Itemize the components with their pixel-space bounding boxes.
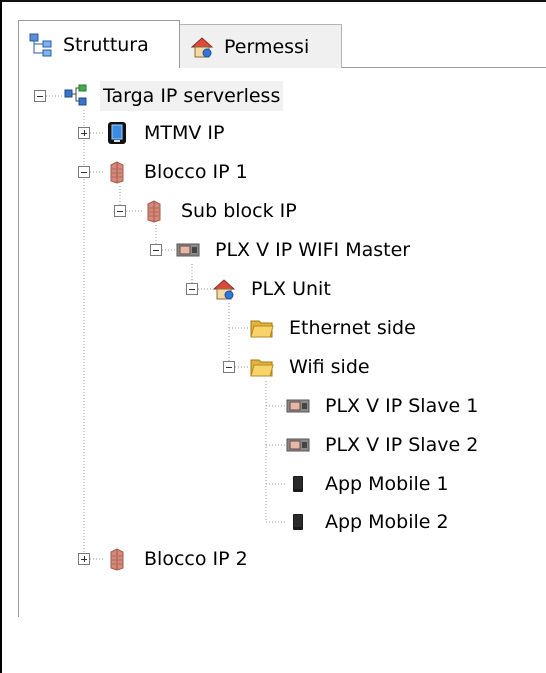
tree-node-label: Wifi side bbox=[289, 356, 370, 378]
collapse-toggle-subblock[interactable] bbox=[114, 205, 126, 217]
expand-toggle-blocco2[interactable] bbox=[78, 553, 90, 565]
collapse-toggle-plxunit[interactable] bbox=[186, 283, 198, 295]
tree-node-label: PLX Unit bbox=[251, 278, 331, 300]
tree-node-label: PLX V IP Slave 1 bbox=[325, 395, 479, 417]
tree-node-blocco1[interactable]: Blocco IP 1 bbox=[105, 157, 251, 187]
tree-node-app-mobile-2[interactable]: App Mobile 2 bbox=[286, 507, 452, 537]
tree-node-ethernet-side[interactable]: Ethernet side bbox=[250, 313, 419, 343]
tree-node-wifi-side[interactable]: Wifi side bbox=[250, 352, 373, 382]
collapse-toggle-blocco1[interactable] bbox=[78, 166, 90, 178]
tree-node-plx-master[interactable]: PLX V IP WIFI Master bbox=[176, 235, 413, 265]
mobile-phone-icon bbox=[286, 472, 310, 496]
tree-node-blocco2[interactable]: Blocco IP 2 bbox=[105, 544, 251, 574]
folder-icon bbox=[250, 355, 274, 379]
network-icon bbox=[64, 84, 88, 108]
tree-node-label: Blocco IP 2 bbox=[144, 548, 248, 570]
tree-node-root[interactable]: Targa IP serverless bbox=[64, 81, 284, 111]
building-icon bbox=[105, 547, 129, 571]
intercom-panel-icon bbox=[286, 394, 310, 418]
tree-node-plx-unit[interactable]: PLX Unit bbox=[212, 274, 334, 304]
tree-node-label: Sub block IP bbox=[181, 200, 297, 222]
house-icon bbox=[212, 277, 236, 301]
tree-node-label: Blocco IP 1 bbox=[144, 161, 248, 183]
collapse-toggle-root[interactable] bbox=[34, 90, 46, 102]
tree-node-mtmv[interactable]: MTMV IP bbox=[105, 118, 228, 148]
tree-node-label: PLX V IP Slave 2 bbox=[325, 434, 479, 456]
tree-node-label: App Mobile 2 bbox=[325, 511, 449, 533]
building-icon bbox=[142, 199, 166, 223]
collapse-toggle-plxmaster[interactable] bbox=[150, 244, 162, 256]
tree-node-app-mobile-1[interactable]: App Mobile 1 bbox=[286, 469, 452, 499]
tree-node-subblock[interactable]: Sub block IP bbox=[142, 196, 300, 226]
tree-node-plx-slave-2[interactable]: PLX V IP Slave 2 bbox=[286, 430, 481, 460]
collapse-toggle-wifi[interactable] bbox=[223, 361, 235, 373]
tree-node-plx-slave-1[interactable]: PLX V IP Slave 1 bbox=[286, 391, 481, 421]
tree-node-label: MTMV IP bbox=[144, 122, 225, 144]
tree-node-label: Ethernet side bbox=[289, 317, 416, 339]
intercom-panel-icon bbox=[176, 238, 200, 262]
monitor-device-icon bbox=[105, 121, 129, 145]
intercom-panel-icon bbox=[286, 433, 310, 457]
folder-icon bbox=[250, 316, 274, 340]
tree-node-label: Targa IP serverless bbox=[100, 81, 284, 111]
mobile-phone-icon bbox=[286, 510, 310, 534]
tree-node-label: App Mobile 1 bbox=[325, 473, 449, 495]
building-icon bbox=[105, 160, 129, 184]
expand-toggle-mtmv[interactable] bbox=[78, 127, 90, 139]
tree-node-label: PLX V IP WIFI Master bbox=[215, 239, 411, 261]
